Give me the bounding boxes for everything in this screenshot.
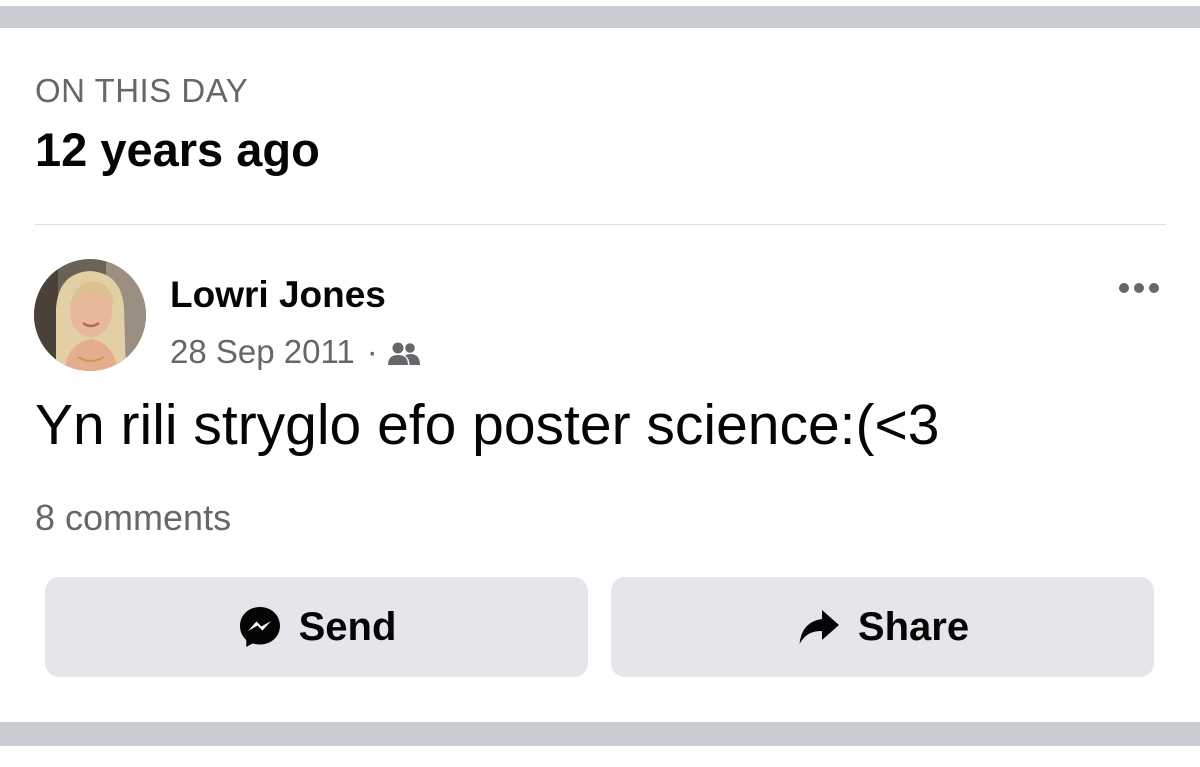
memory-title: 12 years ago (35, 123, 320, 176)
messenger-icon (237, 604, 283, 650)
avatar[interactable] (34, 259, 146, 371)
post-date[interactable]: 28 Sep 2011 (170, 333, 355, 371)
post-meta: 28 Sep 2011 · (170, 332, 421, 372)
send-label: Send (298, 604, 397, 649)
share-label: Share (857, 604, 970, 649)
send-button[interactable]: Send (45, 577, 588, 677)
memory-card: ON THIS DAY 12 years ago Lowri Jones 28 … (0, 0, 1200, 767)
divider (35, 224, 1166, 225)
profile-photo (34, 259, 146, 371)
comments-count[interactable]: 8 comments (35, 497, 231, 539)
top-separator-bar (0, 6, 1200, 28)
share-button[interactable]: Share (611, 577, 1154, 677)
share-arrow-icon (796, 604, 842, 650)
more-options-icon[interactable] (1112, 274, 1166, 302)
friends-icon (387, 338, 421, 366)
meta-separator: · (366, 333, 378, 370)
section-label: ON THIS DAY (35, 72, 249, 109)
bottom-separator-bar (0, 722, 1200, 746)
post-text: Yn rili stryglo efo poster science:(<3 (35, 393, 940, 457)
author-name[interactable]: Lowri Jones (170, 274, 386, 316)
